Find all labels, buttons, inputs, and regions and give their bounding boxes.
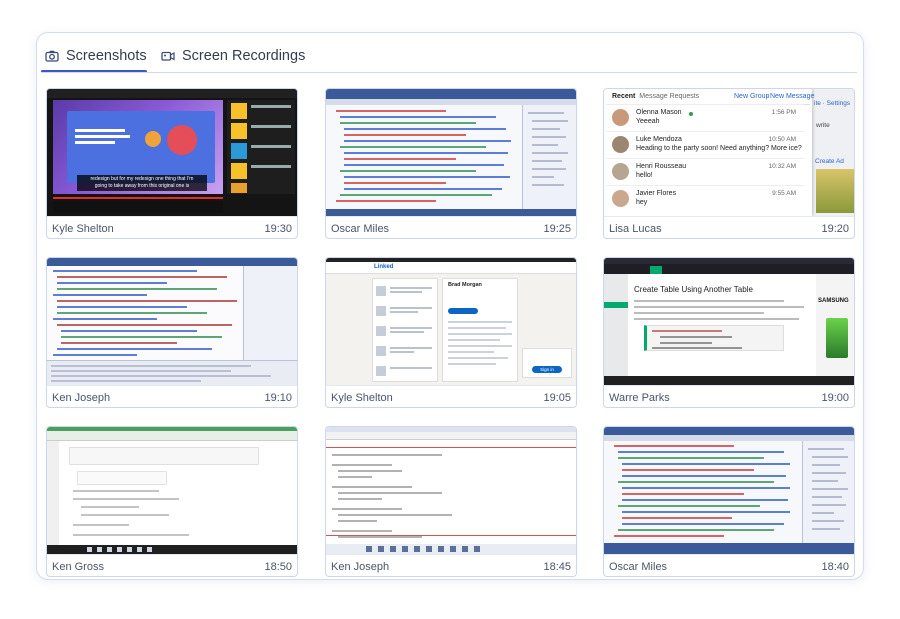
screenshot-thumbnail xyxy=(47,258,297,385)
screenshot-thumbnail xyxy=(604,427,854,554)
screenshot-card[interactable]: Oscar Miles 18:40 xyxy=(603,426,855,577)
side-write-text: write xyxy=(816,122,830,129)
card-footer: Kyle Shelton 19:30 xyxy=(47,216,297,238)
capture-time: 19:25 xyxy=(543,223,571,235)
message-item: Henri Rousseau hello! 10:32 AM xyxy=(606,158,804,183)
screenshot-card[interactable]: Oscar Miles 19:25 xyxy=(325,88,577,239)
card-footer: Ken Gross 18:50 xyxy=(47,554,297,576)
user-name: Warre Parks xyxy=(609,392,670,404)
message-preview: hello! xyxy=(636,172,653,179)
avatar xyxy=(612,136,629,153)
capture-time: 19:00 xyxy=(821,392,849,404)
card-footer: Ken Joseph 18:45 xyxy=(326,554,576,576)
tab-screenshots[interactable]: Screenshots xyxy=(45,46,147,66)
message-preview: Heading to the party soon! Need anything… xyxy=(636,145,802,152)
tab-bar: Screenshots Screen Recordings xyxy=(37,33,863,73)
message-time: 10:32 AM xyxy=(768,163,796,170)
tab-divider xyxy=(41,72,857,73)
tab-screenshots-label: Screenshots xyxy=(66,48,147,64)
side-settings-text: ite · Settings xyxy=(814,100,851,107)
online-indicator xyxy=(689,112,693,116)
message-sender: Olenna Mason xyxy=(636,109,682,116)
screenshot-card[interactable]: Ken Joseph 18:45 xyxy=(325,426,577,577)
card-footer: Kyle Shelton 19:05 xyxy=(326,385,576,407)
messages-tabs: Recent Message Requests xyxy=(612,93,699,100)
linkedin-logo: Linked xyxy=(374,264,394,270)
user-name: Ken Gross xyxy=(52,561,104,573)
message-sender: Henri Rousseau xyxy=(636,163,687,170)
card-footer: Warre Parks 19:00 xyxy=(604,385,854,407)
card-footer: Oscar Miles 19:25 xyxy=(326,216,576,238)
user-name: Ken Joseph xyxy=(52,392,111,404)
capture-time: 18:45 xyxy=(543,561,571,573)
screenshot-card[interactable]: redesign but for my redesign one thing t… xyxy=(46,88,298,239)
message-item: Luke Mendoza Heading to the party soon! … xyxy=(606,131,804,156)
camera-icon xyxy=(45,50,59,62)
new-group-link: New Group xyxy=(734,93,770,100)
messages-tab-requests: Message Requests xyxy=(639,93,700,100)
profile-name: Brad Morgan xyxy=(448,282,482,288)
message-item: Javier Flores hey 9:55 AM xyxy=(606,185,804,210)
video-caption-line-2: going to take away from this original on… xyxy=(94,183,190,189)
user-name: Oscar Miles xyxy=(609,561,668,573)
screenshot-thumbnail: Linked Brad Morgan Sign in xyxy=(326,258,576,385)
message-time: 1:56 PM xyxy=(771,109,796,116)
ad-brand: SAMSUNG xyxy=(818,298,849,304)
message-preview: Yeeeah xyxy=(636,118,660,125)
screenshot-thumbnail: redesign but for my redesign one thing t… xyxy=(47,89,297,216)
capture-time: 18:50 xyxy=(264,561,292,573)
screenshot-card[interactable]: Recent Message Requests New Group · New … xyxy=(603,88,855,239)
message-item: Olenna Mason Yeeeah 1:56 PM xyxy=(606,104,804,129)
user-name: Oscar Miles xyxy=(331,223,390,235)
card-footer: Ken Joseph 19:10 xyxy=(47,385,297,407)
user-name: Kyle Shelton xyxy=(52,223,114,235)
message-preview: hey xyxy=(636,199,648,206)
card-footer: Lisa Lucas 19:20 xyxy=(604,216,854,238)
capture-time: 19:10 xyxy=(264,392,292,404)
new-message-link: New Message xyxy=(770,93,815,100)
message-sender: Javier Flores xyxy=(636,190,677,197)
screenshot-thumbnail xyxy=(326,427,576,554)
screenshot-card[interactable]: Ken Gross 18:50 xyxy=(46,426,298,577)
message-sender: Luke Mendoza xyxy=(636,136,682,143)
capture-time: 19:05 xyxy=(543,392,571,404)
capture-time: 18:40 xyxy=(821,561,849,573)
capture-time: 19:30 xyxy=(264,223,292,235)
screenshots-panel: Screenshots Screen Recordings redesign b… xyxy=(36,32,864,580)
capture-time: 19:20 xyxy=(821,223,849,235)
video-camera-icon xyxy=(161,51,175,61)
avatar xyxy=(612,190,629,207)
screenshot-thumbnail xyxy=(326,89,576,216)
message-time: 10:50 AM xyxy=(768,136,796,143)
user-name: Lisa Lucas xyxy=(609,223,662,235)
avatar xyxy=(612,163,629,180)
w3-page-title: Create Table Using Another Table xyxy=(634,285,753,294)
screenshot-thumbnail xyxy=(47,427,297,554)
screenshot-thumbnail: Recent Message Requests New Group · New … xyxy=(604,89,854,216)
tab-screen-recordings-label: Screen Recordings xyxy=(182,48,306,64)
sign-in-button: Sign in xyxy=(532,366,562,373)
messages-tab-recent: Recent xyxy=(612,93,636,100)
message-time: 9:55 AM xyxy=(772,190,796,197)
tab-screen-recordings[interactable]: Screen Recordings xyxy=(161,46,305,66)
user-name: Ken Joseph xyxy=(331,561,390,573)
screenshot-card[interactable]: Ken Joseph 19:10 xyxy=(46,257,298,408)
video-caption-line-1: redesign but for my redesign one thing t… xyxy=(90,176,194,182)
user-name: Kyle Shelton xyxy=(331,392,393,404)
side-create-ad-text: Create Ad xyxy=(815,158,844,165)
screenshot-card[interactable]: Linked Brad Morgan Sign in Kyle Shelton … xyxy=(325,257,577,408)
screenshot-thumbnail: Create Table Using Another Table SAMSUNG xyxy=(604,258,854,385)
card-footer: Oscar Miles 18:40 xyxy=(604,554,854,576)
avatar xyxy=(612,109,629,126)
screenshot-card[interactable]: Create Table Using Another Table SAMSUNG… xyxy=(603,257,855,408)
